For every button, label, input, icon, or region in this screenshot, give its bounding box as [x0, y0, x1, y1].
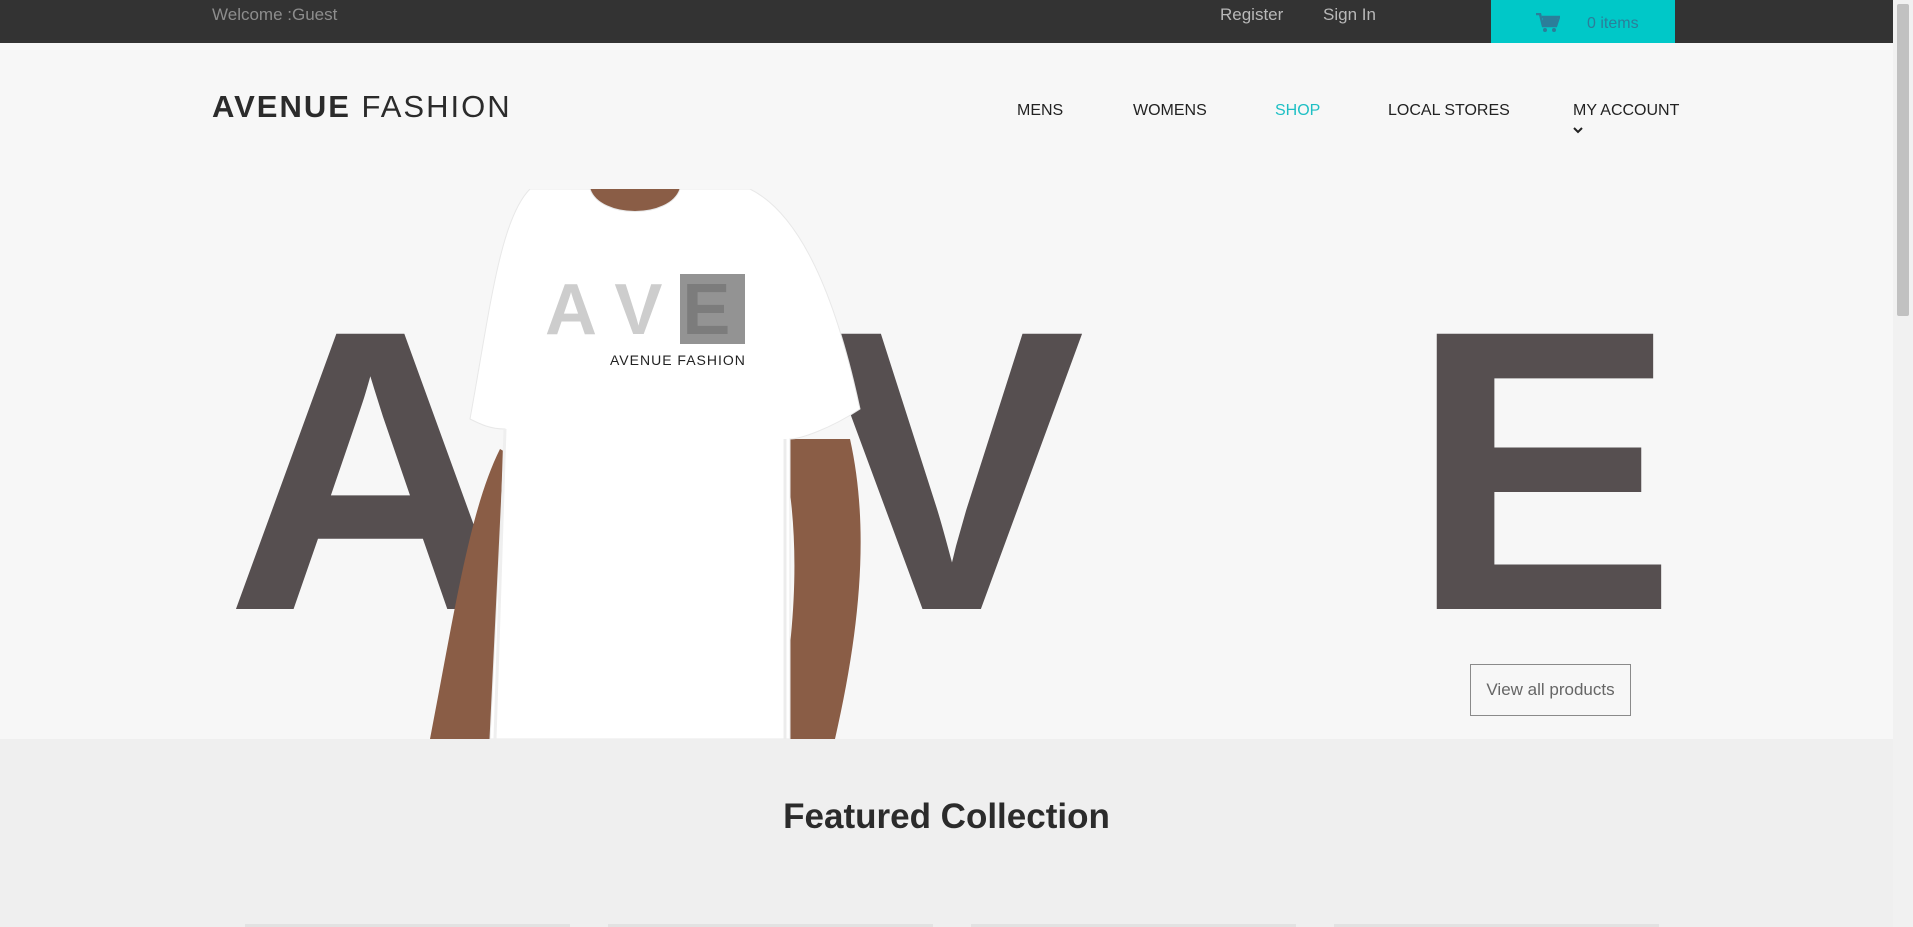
view-all-products-button[interactable]: View all products — [1470, 664, 1631, 716]
nav-local-stores[interactable]: LOCAL STORES — [1388, 102, 1510, 120]
welcome-text: Welcome :Guest — [212, 5, 338, 24]
scrollbar-thumb[interactable] — [1897, 4, 1909, 316]
hero-letter-e: E — [1410, 247, 1677, 694]
hero-banner: A V E A V E AVENUE FASHION View all prod… — [0, 189, 1893, 739]
register-link[interactable]: Register — [1220, 5, 1283, 25]
logo-light-text: FASHION — [361, 89, 512, 124]
nav-mens[interactable]: MENS — [1017, 102, 1063, 120]
nav-my-account[interactable]: MY ACCOUNT — [1573, 102, 1679, 120]
site-header: AVENUE FASHION MENS WOMENS SHOP LOCAL ST… — [0, 43, 1893, 189]
page-scrollbar[interactable] — [1893, 0, 1913, 927]
cart-icon — [1536, 13, 1560, 32]
site-logo[interactable]: AVENUE FASHION — [212, 89, 512, 125]
cart-count: 0 items — [1587, 15, 1639, 32]
shirt-print-text: AVENUE FASHION — [610, 352, 746, 368]
logo-bold-text: AVENUE — [212, 89, 351, 124]
hero-letter-v: V — [818, 247, 1087, 694]
featured-title: Featured Collection — [783, 797, 1110, 836]
nav-shop[interactable]: SHOP — [1275, 102, 1320, 120]
hero-graphic: A V E A V E AVENUE FASHION — [226, 189, 1677, 739]
sign-in-link[interactable]: Sign In — [1323, 5, 1376, 25]
nav-womens[interactable]: WOMENS — [1133, 102, 1207, 120]
cart-button[interactable]: 0 items — [1491, 0, 1675, 43]
featured-section: Featured Collection — [0, 739, 1893, 927]
chevron-down-icon[interactable] — [1573, 123, 1583, 137]
top-bar: Welcome :Guest Register Sign In 0 items — [0, 0, 1893, 43]
